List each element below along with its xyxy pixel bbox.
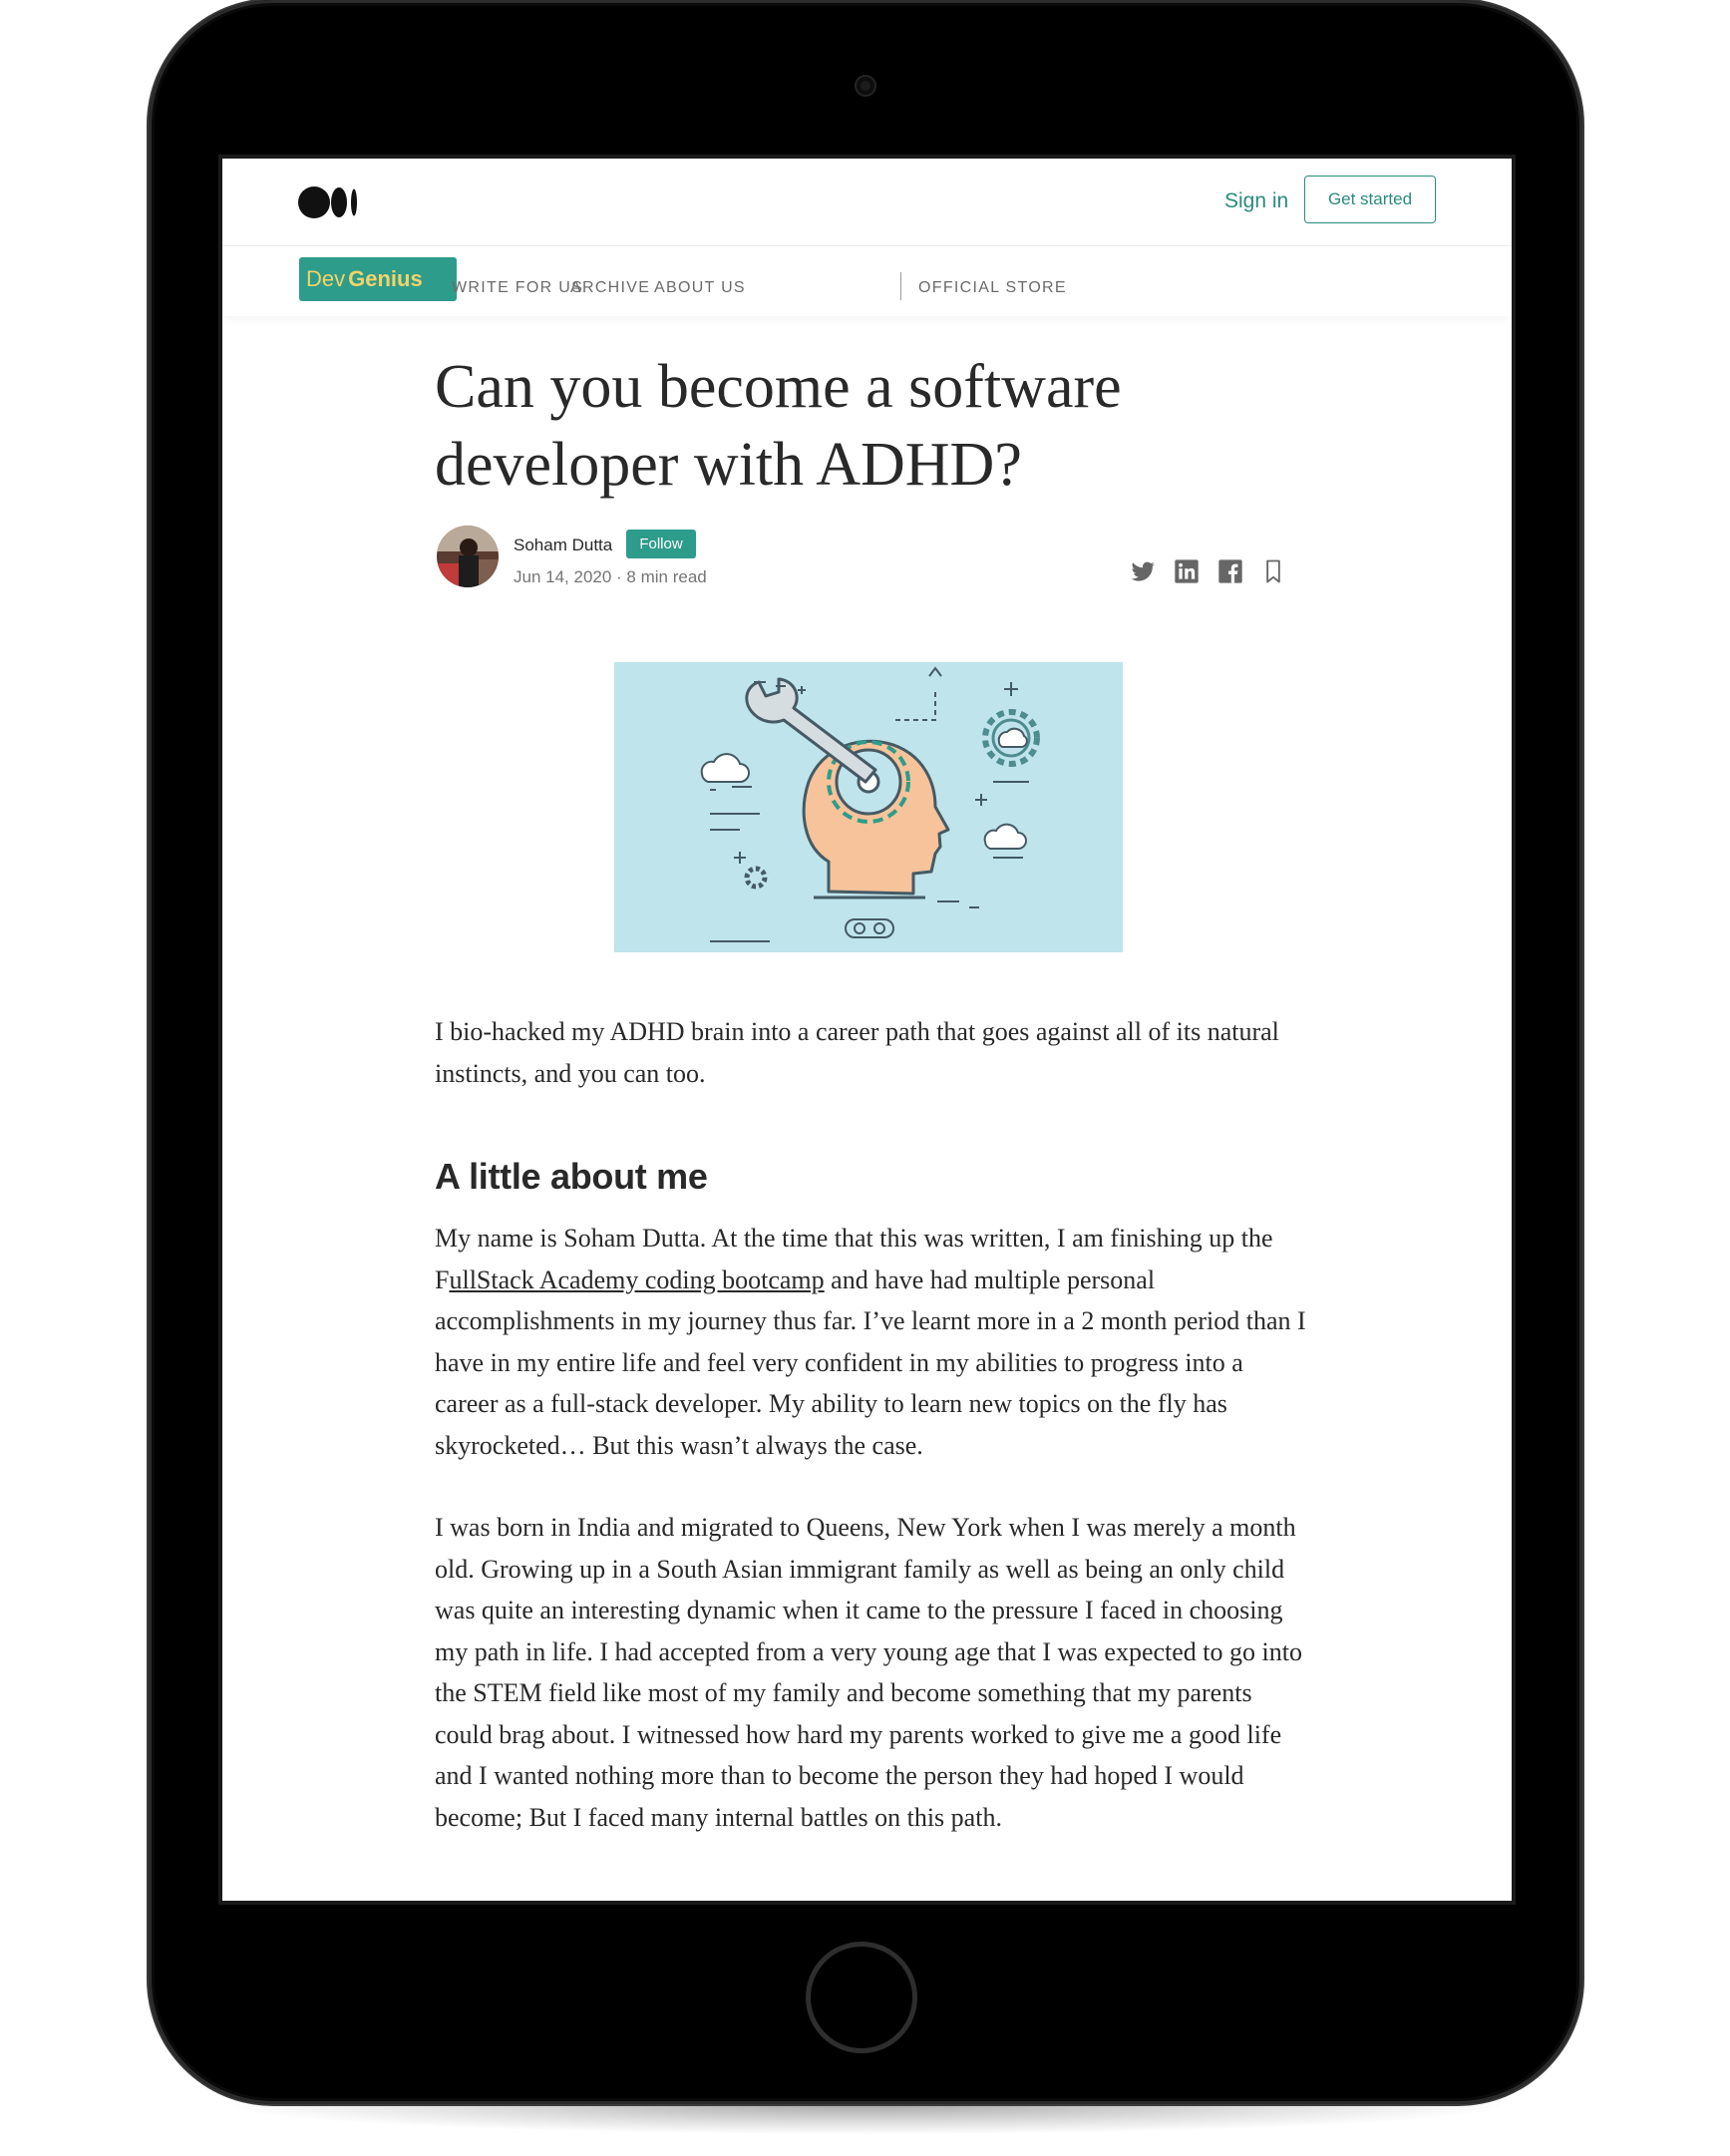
dev-genius-logo[interactable]: Dev Genius xyxy=(299,257,457,301)
paragraph-2: I was born in India and migrated to Quee… xyxy=(435,1513,1302,1832)
author-name[interactable]: Soham Dutta xyxy=(514,536,612,555)
section-heading: A little about me xyxy=(435,1156,708,1197)
home-button[interactable] xyxy=(806,1942,917,2053)
paragraph-1: My name is Soham Dutta. At the time that… xyxy=(435,1218,1312,1466)
title-line-2: developer with ADHD? xyxy=(435,431,1022,499)
nav-divider xyxy=(900,272,901,300)
logo-prefix: Dev xyxy=(306,266,346,291)
bookmark-icon[interactable] xyxy=(1259,557,1287,585)
site-header: Sign in Get started xyxy=(222,159,1512,246)
nav-official-store[interactable]: OFFICIAL STORE xyxy=(918,279,1067,297)
front-camera xyxy=(857,77,874,95)
twitter-icon[interactable] xyxy=(1129,557,1157,585)
publication-bar: Dev Genius WRITE FOR US ARCHIVE ABOUT US … xyxy=(222,246,1512,316)
get-started-button[interactable]: Get started xyxy=(1304,176,1436,223)
sign-in-link[interactable]: Sign in xyxy=(1224,188,1288,214)
follow-button[interactable]: Follow xyxy=(626,530,696,558)
medium-logo[interactable] xyxy=(298,185,360,219)
nav-about-us[interactable]: ABOUT US xyxy=(654,279,746,297)
fullstack-academy-link[interactable]: ullStack Academy coding bootcamp xyxy=(449,1265,824,1294)
article-title: Can you become a software developer with… xyxy=(435,348,1193,504)
title-line-1: Can you become a software xyxy=(435,353,1122,421)
author-avatar[interactable] xyxy=(437,526,499,587)
nav-write-for-us[interactable]: WRITE FOR US xyxy=(452,279,583,297)
logo-suffix: Genius xyxy=(348,266,423,291)
hero-illustration xyxy=(614,662,1123,952)
tablet-screen: Sign in Get started Dev Genius WRITE FOR … xyxy=(218,155,1516,1905)
nav-archive[interactable]: ARCHIVE xyxy=(570,279,650,297)
article-intro: I bio-hacked my ADHD brain into a career… xyxy=(435,1017,1279,1088)
article-meta: Jun 14, 2020 · 8 min read xyxy=(514,567,707,586)
facebook-icon[interactable] xyxy=(1216,557,1244,585)
linkedin-icon[interactable] xyxy=(1173,557,1201,585)
